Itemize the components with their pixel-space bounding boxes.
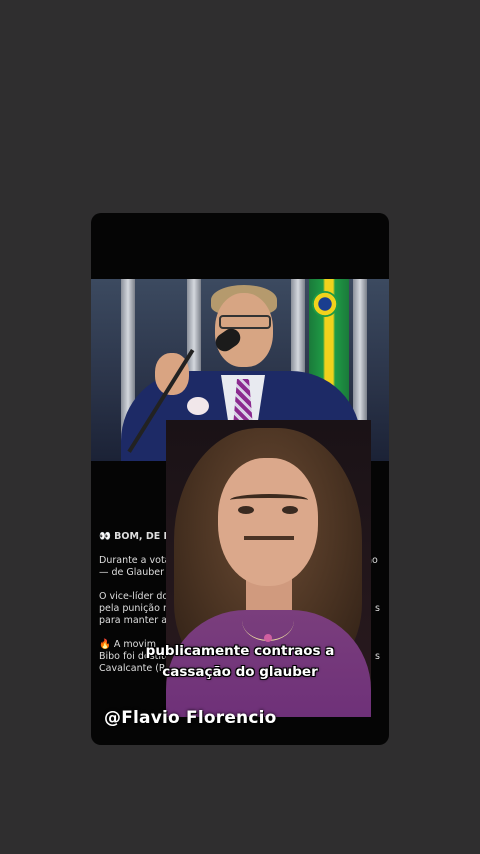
presenter-beard	[244, 536, 294, 570]
presenter-brows	[230, 494, 308, 506]
presenter-eye	[282, 506, 298, 514]
speaker-head	[215, 293, 273, 367]
creator-handle: @Flavio Florencio	[104, 708, 277, 728]
presenter-eye	[238, 506, 254, 514]
speaker-glasses	[219, 315, 271, 329]
caption-line-1: publicamente contraos a	[145, 643, 335, 659]
article-line: pela punição m	[99, 603, 173, 614]
necklace-pendant	[264, 634, 272, 642]
caption-line-2: cassação do glauber	[162, 664, 318, 680]
lapel-badge	[187, 397, 209, 415]
article-line-end: s	[375, 603, 380, 614]
flag-emblem	[312, 291, 338, 317]
